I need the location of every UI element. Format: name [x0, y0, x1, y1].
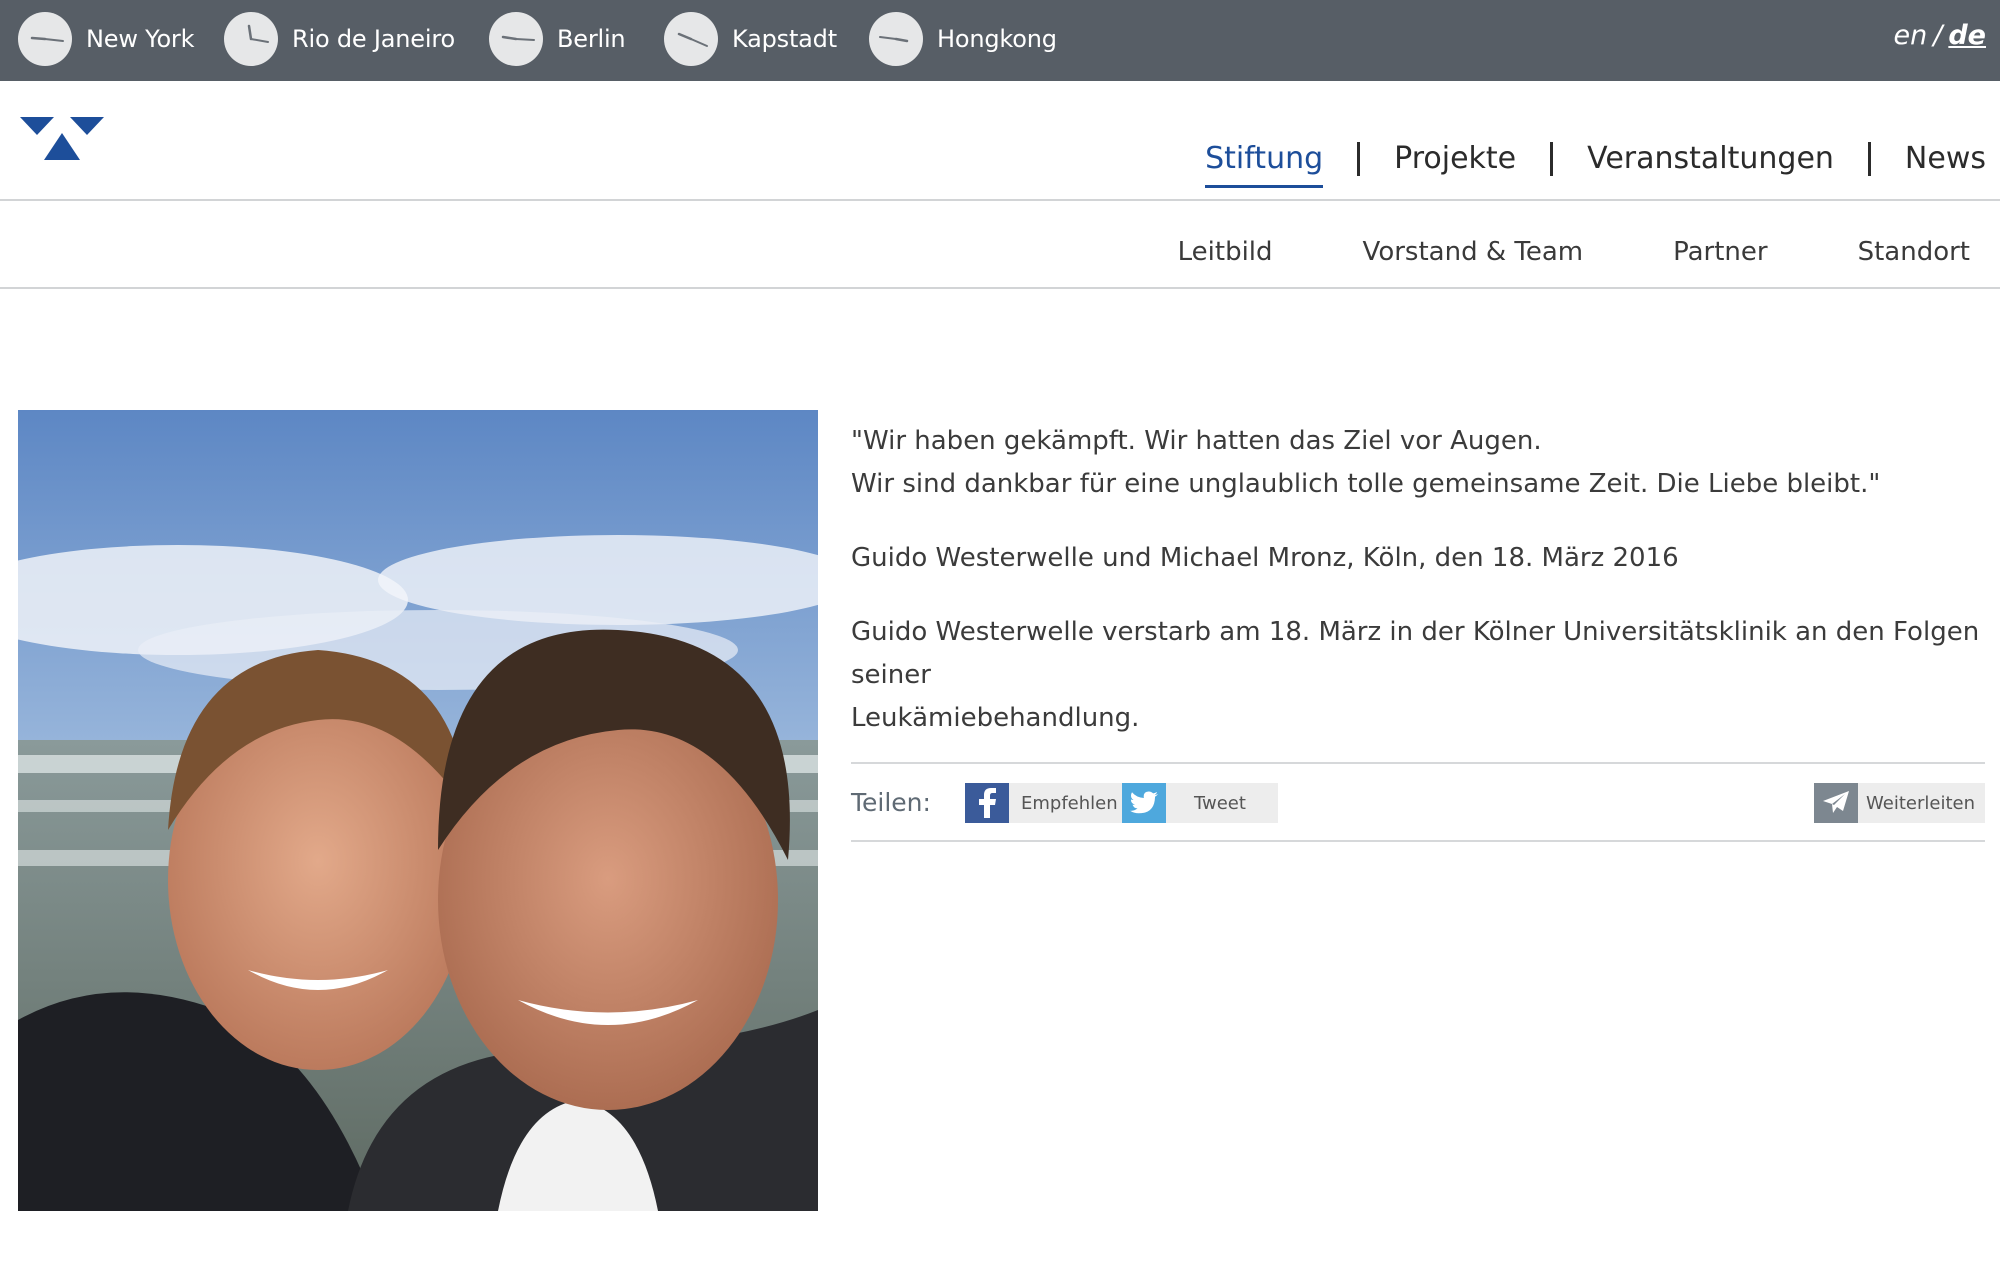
article-text: "Wir haben gekämpft. Wir hatten das Ziel… — [851, 420, 1981, 771]
note-line: Guido Westerwelle verstarb am 18. März i… — [851, 617, 1980, 690]
clock-rio-de-janeiro: Rio de Janeiro — [224, 11, 455, 67]
paper-plane-icon — [1814, 783, 1859, 823]
clock-berlin: Berlin — [489, 11, 626, 67]
sub-navigation-items: Leitbild Vorstand & Team Partner Standor… — [1088, 237, 1970, 267]
note-paragraph: Guido Westerwelle verstarb am 18. März i… — [851, 611, 1981, 740]
forward-button[interactable]: Weiterleiten — [1814, 783, 1985, 823]
quote-line: "Wir haben gekämpft. Wir hatten das Ziel… — [851, 426, 1542, 456]
clock-icon — [664, 12, 718, 66]
subnav-standort[interactable]: Standort — [1858, 237, 1970, 267]
sub-navigation: Leitbild Vorstand & Team Partner Standor… — [0, 201, 2000, 289]
language-en-link[interactable]: en — [1894, 20, 1928, 51]
clock-icon — [18, 12, 72, 66]
subnav-vorstand-team[interactable]: Vorstand & Team — [1363, 237, 1584, 267]
clock-city-label: Rio de Janeiro — [292, 25, 455, 53]
clock-new-york: New York — [18, 11, 195, 67]
signature-paragraph: Guido Westerwelle und Michael Mronz, Köl… — [851, 543, 1679, 573]
share-label: Teilen: — [851, 788, 931, 817]
world-clock-bar: New York Rio de Janeiro Berlin Kapstadt … — [0, 0, 2000, 81]
language-switcher: en / de — [1894, 20, 1986, 51]
clock-kapstadt: Kapstadt — [664, 11, 837, 67]
clock-icon — [869, 12, 923, 66]
facebook-button-label: Empfehlen — [1021, 792, 1118, 814]
subnav-partner[interactable]: Partner — [1673, 237, 1768, 267]
twitter-bird-icon — [1122, 783, 1166, 823]
forward-button-label: Weiterleiten — [1866, 792, 1975, 814]
facebook-recommend-button[interactable]: Empfehlen — [965, 783, 1132, 823]
nav-divider — [1357, 141, 1361, 176]
clock-hongkong: Hongkong — [869, 11, 1057, 67]
quote-paragraph: "Wir haben gekämpft. Wir hatten das Ziel… — [851, 420, 1981, 506]
language-separator: / — [1933, 20, 1943, 51]
note-line: Leukämiebehandlung. — [851, 703, 1140, 733]
nav-veranstaltungen[interactable]: Veranstaltungen — [1587, 141, 1834, 188]
main-navigation: Stiftung Projekte Veranstaltungen News — [1205, 141, 1986, 188]
clock-icon — [224, 12, 278, 66]
clock-city-label: Berlin — [557, 25, 626, 53]
facebook-icon — [965, 783, 1009, 823]
language-de-link[interactable]: de — [1948, 20, 1986, 51]
subnav-leitbild[interactable]: Leitbild — [1178, 237, 1273, 267]
clock-city-label: Hongkong — [937, 25, 1057, 53]
portrait-photo — [18, 410, 818, 1211]
share-bar: Teilen: Empfehlen Tweet Weiterleiten — [851, 762, 1985, 842]
clock-city-label: New York — [86, 25, 195, 53]
triangle-logo-icon[interactable] — [20, 117, 104, 167]
twitter-button-label: Tweet — [1194, 792, 1246, 814]
clock-icon — [489, 12, 543, 66]
twitter-tweet-button[interactable]: Tweet — [1122, 783, 1278, 823]
quote-line: Wir sind dankbar für eine unglaublich to… — [851, 469, 1881, 499]
clock-city-label: Kapstadt — [732, 25, 837, 53]
nav-news[interactable]: News — [1905, 141, 1986, 188]
nav-divider — [1867, 141, 1871, 176]
nav-divider — [1550, 141, 1554, 176]
nav-projekte[interactable]: Projekte — [1394, 141, 1516, 188]
nav-stiftung[interactable]: Stiftung — [1205, 141, 1324, 188]
site-header: Stiftung Projekte Veranstaltungen News — [0, 81, 2000, 201]
